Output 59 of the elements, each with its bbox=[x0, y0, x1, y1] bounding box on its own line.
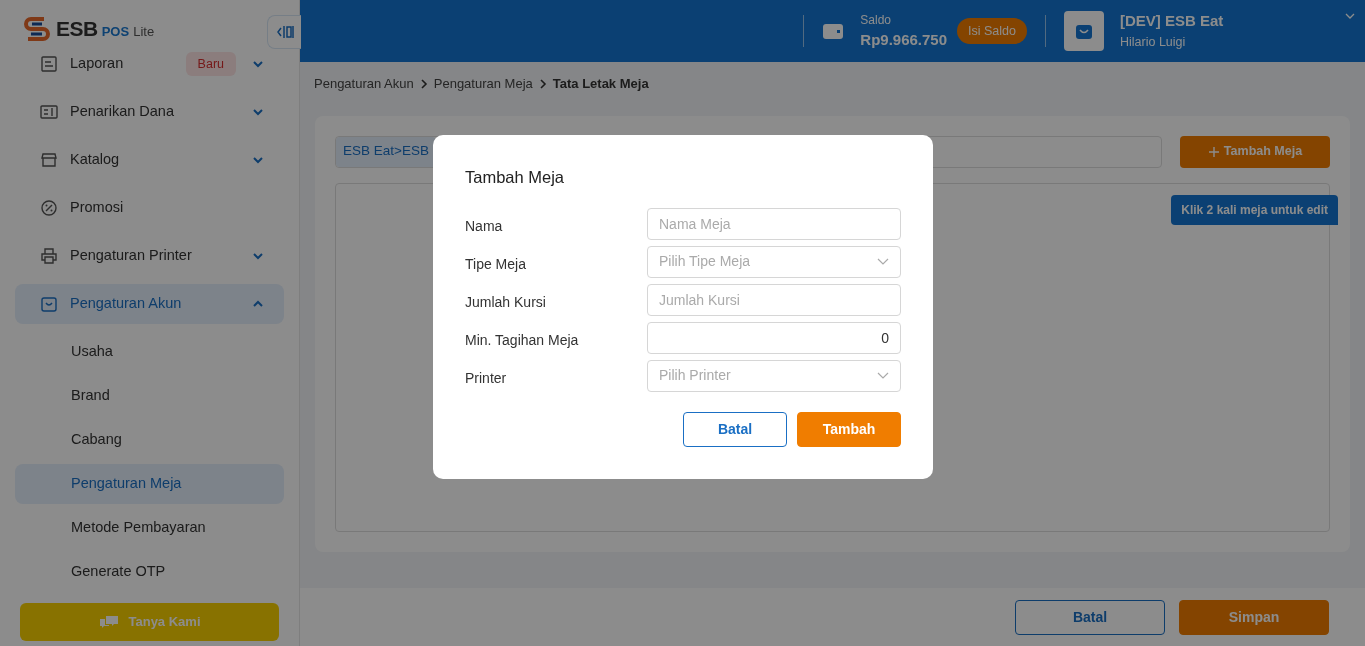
field-label: Min. Tagihan Meja bbox=[465, 331, 580, 351]
field-label: Jumlah Kursi bbox=[465, 293, 547, 313]
plus-icon bbox=[1207, 145, 1220, 158]
cash-icon bbox=[40, 103, 58, 121]
hint-tag: Klik 2 kali meja untuk edit bbox=[1171, 194, 1338, 225]
sidebar-subitem[interactable]: Metode Pembayaran bbox=[15, 508, 284, 548]
chevron-down-icon bbox=[252, 60, 264, 68]
cancel-button[interactable]: Batal bbox=[1015, 599, 1165, 635]
collapse-icon bbox=[275, 24, 294, 40]
chevron-down-icon bbox=[252, 108, 264, 116]
balance-amount: Rp9.966.750 bbox=[860, 29, 948, 50]
shop-icon bbox=[40, 151, 58, 169]
shopping-bag-icon bbox=[40, 295, 58, 313]
breadcrumb-current: Tata Letak Meja bbox=[552, 75, 649, 93]
sidebar-subitem[interactable]: Brand bbox=[15, 376, 284, 416]
printer-icon bbox=[40, 247, 58, 265]
sidebar-item[interactable]: Penarikan Dana bbox=[15, 92, 284, 132]
logo-text: Lite bbox=[133, 23, 155, 42]
sidebar-subitem[interactable]: Pengaturan Meja bbox=[15, 464, 284, 504]
chevron-down-icon bbox=[877, 371, 889, 380]
discount-icon bbox=[40, 199, 58, 217]
field-label: Printer bbox=[465, 369, 508, 389]
logo-text: ESB bbox=[56, 16, 98, 43]
sidebar-item[interactable]: Katalog bbox=[15, 140, 284, 180]
path-chip: ESB Eat>ESB bbox=[336, 136, 436, 167]
breadcrumb-link[interactable]: Pengaturan Akun bbox=[314, 74, 414, 94]
balance-label: Saldo bbox=[860, 11, 892, 29]
report-icon bbox=[40, 55, 58, 73]
sidebar-item[interactable]: Pengaturan Printer bbox=[15, 236, 284, 276]
input-field[interactable]: Nama Meja bbox=[647, 207, 901, 240]
sidebar-item[interactable]: Laporan Baru bbox=[15, 44, 284, 84]
user-name: Hilario Luigi bbox=[1120, 33, 1187, 51]
sidebar-subitem[interactable]: Usaha bbox=[15, 332, 284, 372]
field-label: Tipe Meja bbox=[465, 255, 527, 275]
dialog-title: Tambah Meja bbox=[465, 167, 566, 188]
chat-icon bbox=[98, 613, 121, 631]
sidebar-item[interactable]: Pengaturan Akun bbox=[15, 284, 284, 324]
chevron-down-icon bbox=[252, 156, 264, 164]
sidebar-subitem[interactable]: Generate OTP bbox=[15, 552, 284, 592]
sidebar-item[interactable]: Promosi bbox=[15, 188, 284, 228]
wallet-icon bbox=[822, 21, 845, 41]
chevron-down-icon[interactable] bbox=[1345, 12, 1355, 20]
logo-text: POS bbox=[101, 23, 130, 42]
new-badge: Baru bbox=[185, 51, 236, 77]
input-field[interactable]: Jumlah Kursi bbox=[647, 283, 901, 316]
chevron-down-icon bbox=[252, 252, 264, 260]
add-button[interactable]: Tambah bbox=[797, 411, 901, 447]
chevron-up-icon bbox=[252, 300, 264, 308]
chevron-down-icon bbox=[877, 257, 889, 266]
sidebar-subitem[interactable]: Cabang bbox=[15, 420, 284, 460]
input-field[interactable]: 0 bbox=[647, 321, 901, 354]
chevron-right-icon bbox=[419, 78, 428, 89]
cancel-button[interactable]: Batal bbox=[683, 411, 787, 447]
collapse-sidebar-button[interactable] bbox=[267, 15, 301, 49]
chevron-right-icon bbox=[538, 78, 547, 89]
logo-icon bbox=[22, 14, 52, 44]
breadcrumb-link[interactable]: Pengaturan Meja bbox=[433, 74, 533, 94]
field-label: Nama bbox=[465, 217, 504, 237]
store-name: [DEV] ESB Eat bbox=[1120, 11, 1225, 32]
